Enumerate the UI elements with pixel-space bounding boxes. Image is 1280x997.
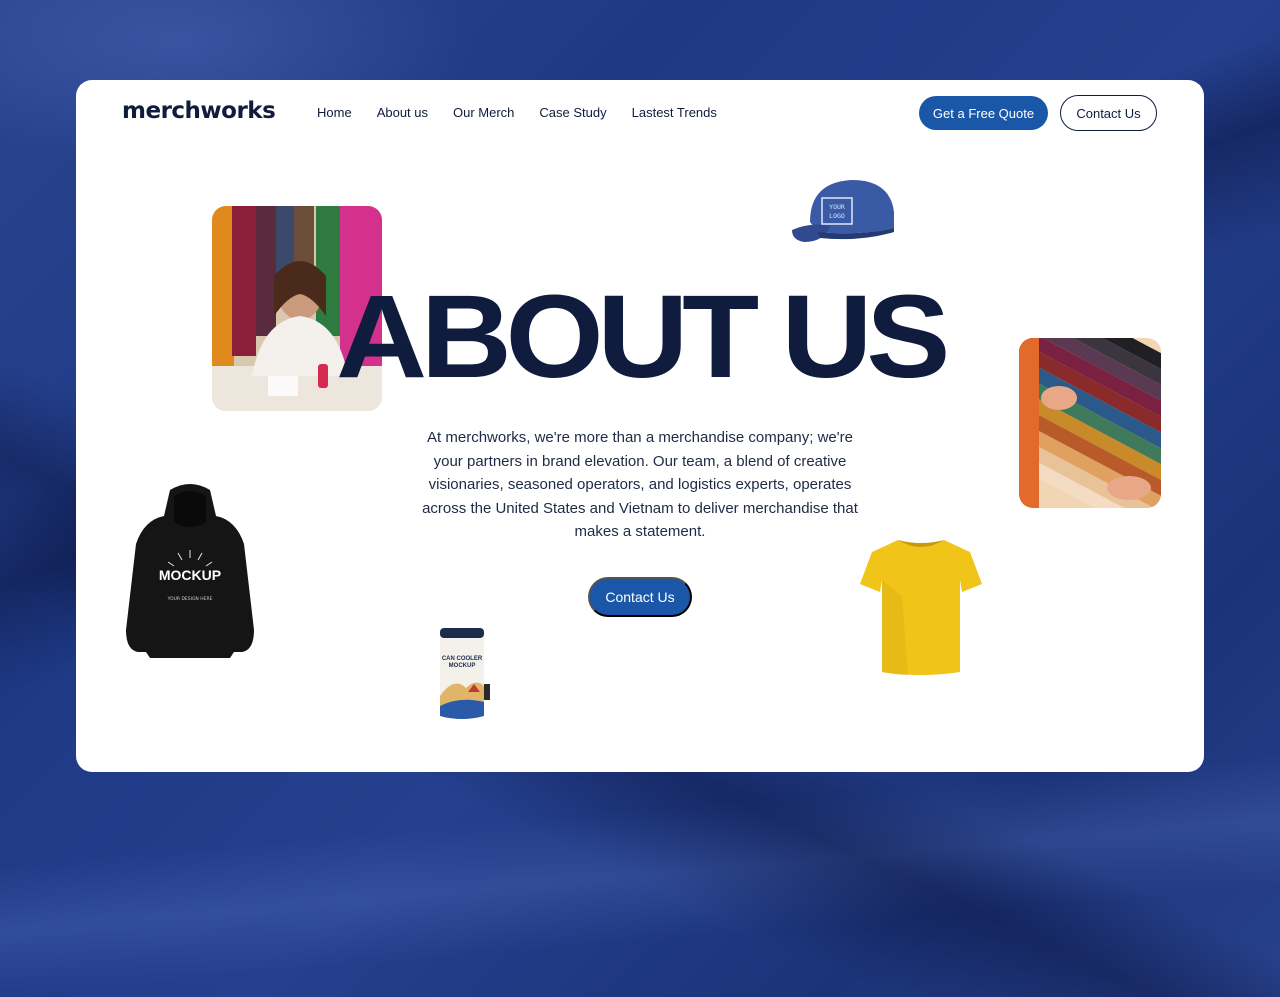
- hoodie-image: MOCKUP YOUR DESIGN HERE: [124, 482, 256, 658]
- nav-about-us[interactable]: About us: [377, 104, 428, 122]
- cap-image: YOUR LOGO: [790, 176, 900, 250]
- hero-description: At merchworks, we're more than a merchan…: [422, 429, 858, 540]
- fabric-swatch-photo: [1019, 338, 1161, 508]
- hoodie-print-text: MOCKUP: [159, 567, 221, 583]
- hero-contact-button[interactable]: Contact Us: [588, 577, 692, 617]
- nav-latest-trends[interactable]: Lastest Trends: [632, 104, 717, 122]
- cap-print-text: YOUR: [829, 203, 845, 211]
- main-nav: Home About us Our Merch Case Study Laste…: [317, 104, 742, 122]
- main-card: merchworks Home About us Our Merch Case …: [76, 80, 1204, 772]
- tshirt-image: [858, 536, 984, 676]
- svg-text:LOGO: LOGO: [829, 212, 845, 220]
- header-contact-button[interactable]: Contact Us: [1060, 95, 1157, 131]
- hoodie-sub-text: YOUR DESIGN HERE: [167, 596, 213, 602]
- nav-our-merch[interactable]: Our Merch: [453, 104, 514, 122]
- nav-case-study[interactable]: Case Study: [539, 104, 606, 122]
- page-title: ABOUT US: [336, 271, 950, 403]
- can-print-text-2: MOCKUP: [449, 663, 476, 669]
- logo[interactable]: merchworks: [122, 98, 276, 124]
- can-cooler-image: CAN COOLER MOCKUP: [434, 626, 494, 722]
- nav-home[interactable]: Home: [317, 104, 352, 122]
- can-print-text-1: CAN COOLER: [442, 656, 483, 662]
- get-free-quote-button[interactable]: Get a Free Quote: [919, 96, 1048, 130]
